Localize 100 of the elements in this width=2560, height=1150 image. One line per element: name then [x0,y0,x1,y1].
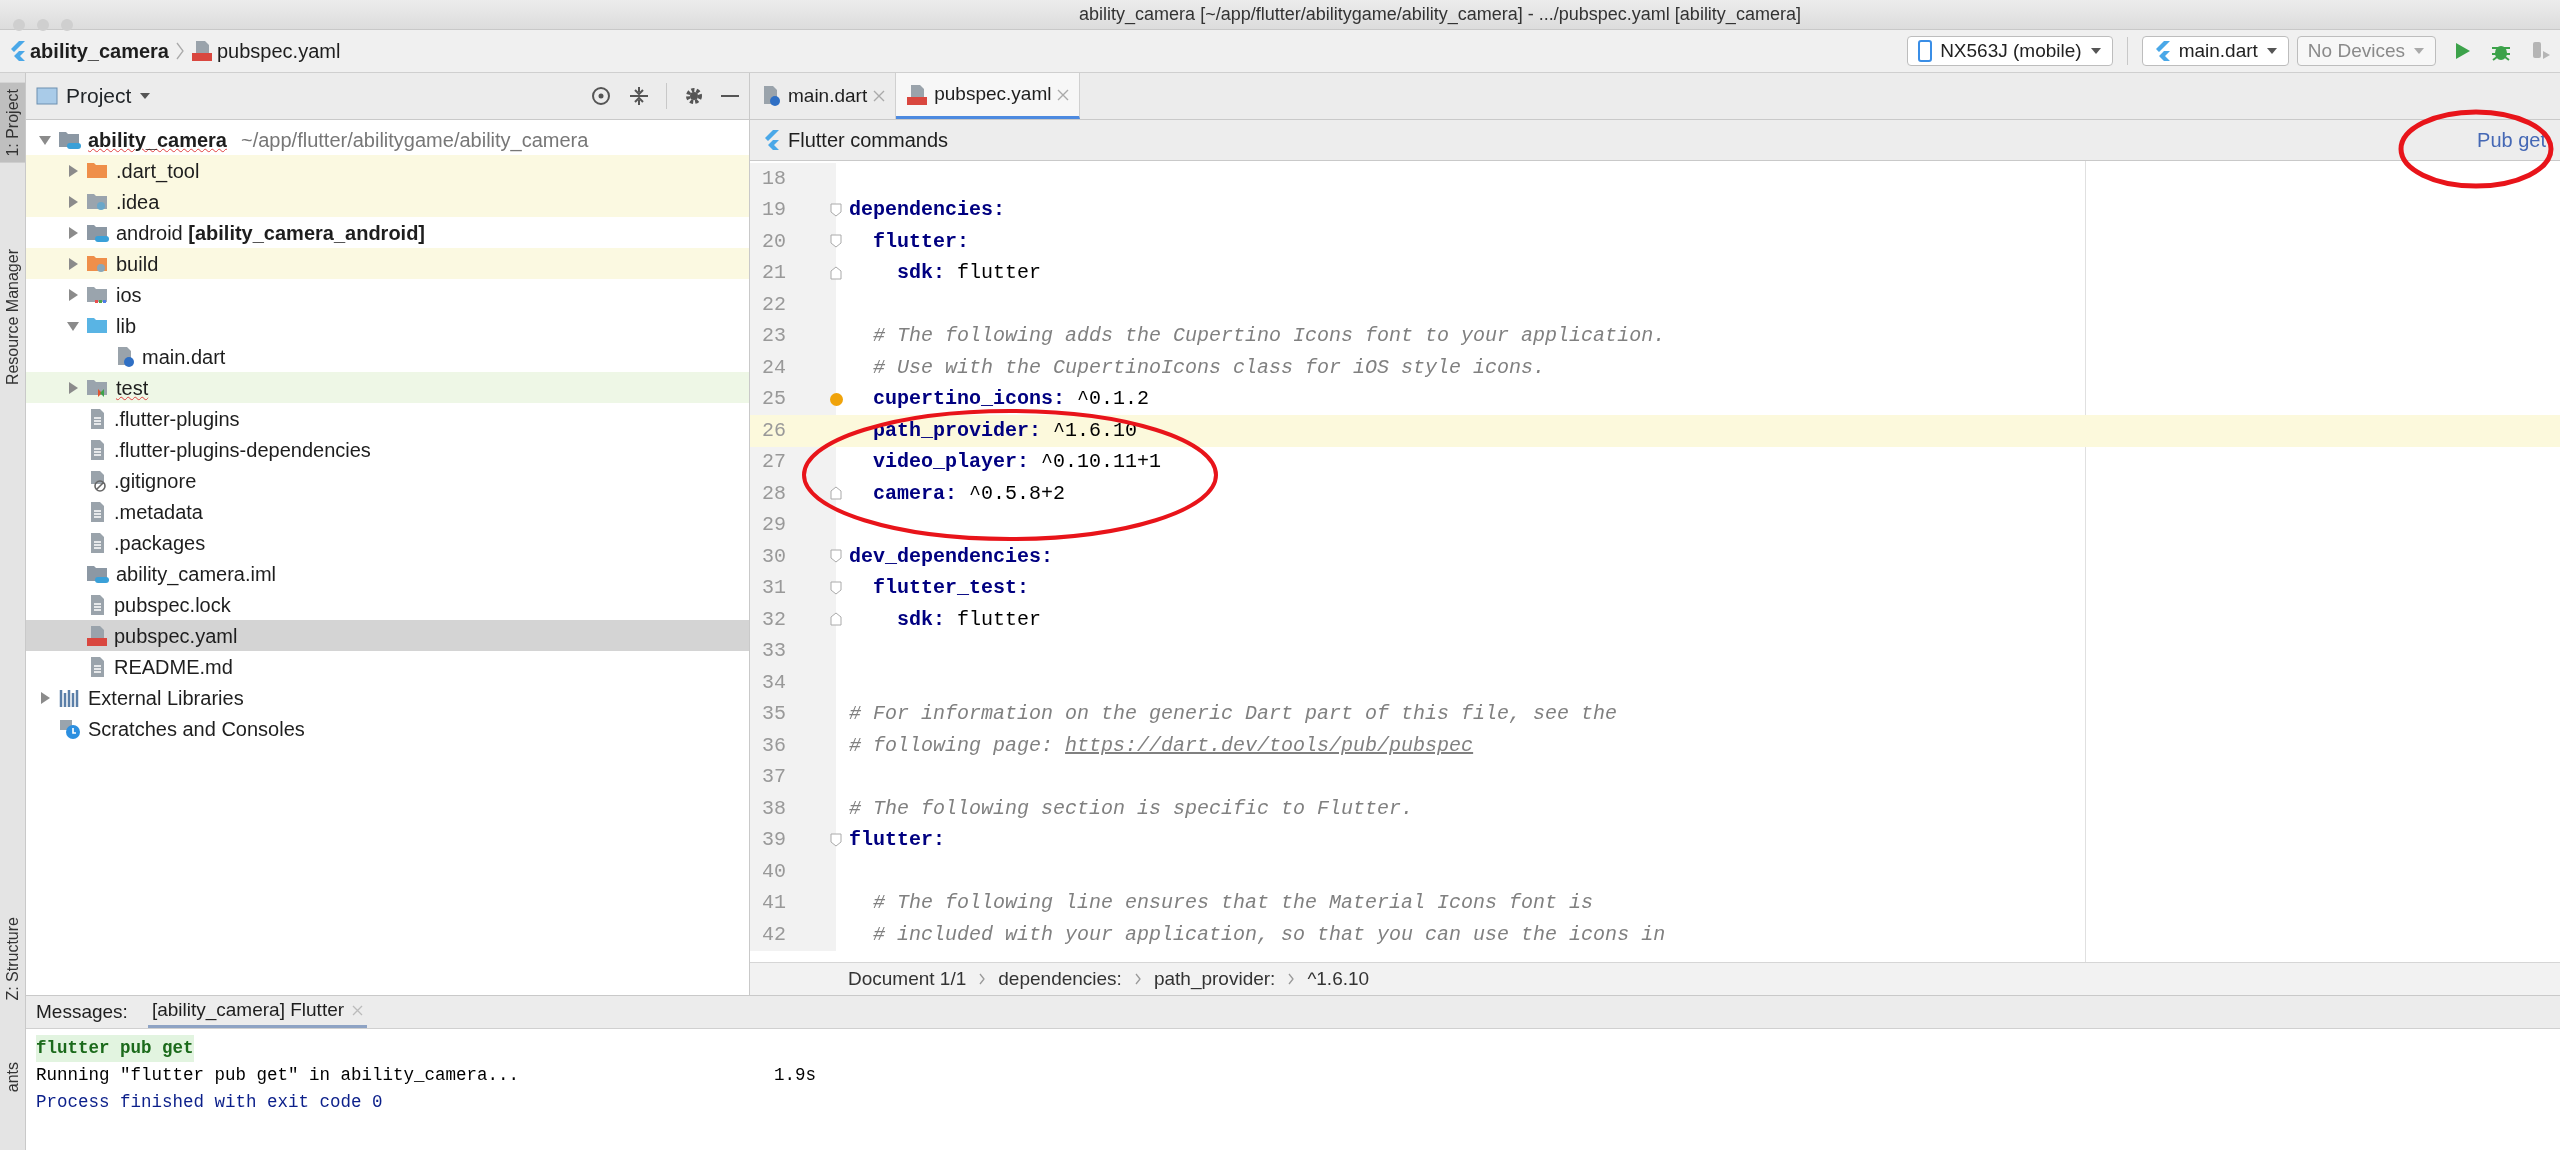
view-dropdown[interactable]: Project [66,80,152,112]
chevron-separator-icon [1133,972,1142,986]
tree-row[interactable]: Scratches and Consoles [26,713,749,744]
code-line: # following page: https://dart.dev/tools/pub/pubspec [849,732,1474,759]
tree-item-label: pubspec.lock [114,592,231,618]
line-number: 27 [761,449,786,476]
tree-row[interactable]: lib [26,310,749,341]
line-number: 25 [761,386,786,413]
expand-arrow-icon [67,256,79,271]
pub-get-link[interactable]: Pub get [2477,125,2546,155]
tool-window-tab[interactable]: 1: Project [0,83,25,163]
breadcrumb-item[interactable]: path_provider: [1153,964,1276,994]
line-number: 29 [761,512,786,539]
tree-row[interactable]: test [26,372,749,403]
run-config-dropdown[interactable]: main.dart [2141,36,2289,66]
code-line: sdk: flutter [896,606,1042,633]
fold-marker-icon [830,832,842,847]
tree-row[interactable]: .gitignore [26,465,749,496]
line-number: 35 [761,701,786,728]
expand-arrow-icon [67,225,79,240]
line-number: 42 [761,921,786,948]
chevron-separator-icon [175,41,185,61]
fold-marker-icon [830,549,842,564]
tree-item-label: .idea [116,189,160,215]
fold-marker-icon [830,580,842,595]
minimize-icon [721,95,739,97]
settings-icon [683,85,705,107]
line-number: 28 [761,480,786,507]
breadcrumb-item[interactable]: ability_camera [30,36,169,66]
line-number: 18 [761,165,786,192]
line-number: 39 [761,827,786,854]
expand-arrow-icon [39,690,51,705]
code-line: cupertino_icons: ^0.1.2 [872,386,1150,413]
expand-arrow-icon [67,287,79,302]
line-number: 41 [761,890,786,917]
tree-row[interactable]: pubspec.lock [26,589,749,620]
caret-icon [2265,47,2278,55]
code-line: path_provider: ^1.6.10 [872,417,1138,444]
tree-row[interactable]: README.md [26,651,749,682]
panel-icon [36,86,58,106]
messages-tab[interactable]: [ability_camera] Flutter [147,996,368,1028]
file-icon [86,624,108,647]
breadcrumb-item[interactable]: ^1.6.10 [1307,964,1370,994]
tree-row[interactable]: ability_camera ~/app/flutter/abilitygame/ability_camera [26,124,749,155]
tool-window-tab[interactable]: Resource Manager [0,242,25,391]
breadcrumb-item[interactable]: dependencies: [998,964,1122,994]
tree-item-label: .flutter-plugins-dependencies [114,437,371,463]
panel-label: Messages: [36,999,128,1024]
code-line: # The following adds the Cupertino Icons font to your application. [872,323,1666,350]
commands-bar-title: Flutter commands [788,128,949,153]
code-line: dev_dependencies: [849,543,1054,570]
chevron-separator-icon [1287,972,1296,986]
window-title: ability_camera [~/app/flutter/abilitygame/ability_camera] - .../pubspec.yaml [ability_camera] [1079,3,1801,27]
tree-row[interactable]: pubspec.yaml [26,620,749,651]
tree-item-label: android [ability_camera_android] [116,220,426,246]
tree-item-label: ios [116,282,142,308]
tree-item-label: .gitignore [114,468,197,494]
tree-row[interactable]: .metadata [26,496,749,527]
expand-arrow-icon [67,194,79,209]
link[interactable]: https://dart.dev/tools/pub/pubspec [1065,733,1474,757]
editor-tab[interactable]: pubspec.yaml [896,73,1081,119]
breadcrumb-item[interactable]: pubspec.yaml [217,36,341,66]
file-icon [906,83,929,106]
tree-row[interactable]: .packages [26,527,749,558]
tree-row[interactable]: ios [26,279,749,310]
tree-item-label: External Libraries [88,685,244,711]
tree-row[interactable]: .flutter-plugins-dependencies [26,434,749,465]
code-line: # included with your application, so that you can use the icons in [872,921,1666,948]
tree-item-label: ability_camera [88,127,227,153]
tree-item-label: Scratches and Consoles [88,716,305,742]
tree-row[interactable]: android [ability_camera_android] [26,217,749,248]
tree-item-label: .dart_tool [116,158,200,185]
line-number: 38 [761,795,786,822]
tree-item-label: .packages [114,530,206,556]
line-number: 23 [761,323,786,350]
code-line: camera: ^0.5.8+2 [872,480,1066,507]
tree-item-label: lib [116,313,136,339]
file-icon [191,40,213,62]
code-line: video_player: ^0.10.11+1 [872,449,1162,476]
tree-row[interactable]: .flutter-plugins [26,403,749,434]
code-line: # The following line ensures that the Material Icons font is [872,890,1594,917]
caret-icon [2089,47,2102,55]
code-line: dependencies: [849,197,1006,224]
tree-row[interactable]: .dart_tool [26,155,749,186]
tool-window-tab[interactable]: Z: Structure [0,910,25,1007]
tree-row[interactable]: .idea [26,186,749,217]
tree-row[interactable]: ability_camera.iml [26,558,749,589]
tree-row[interactable]: External Libraries [26,682,749,713]
tree-row[interactable]: build [26,248,749,279]
code-line: flutter: [849,827,945,854]
breadcrumb-item[interactable]: Document 1/1 [848,964,967,994]
line-number: 24 [761,354,786,381]
line-number: 22 [761,291,786,318]
fold-marker-icon [830,202,842,217]
tool-window-tab[interactable]: ants [0,1056,25,1099]
device-dropdown[interactable]: NX563J (mobile) [1907,36,2113,66]
close-icon [352,1005,364,1016]
tree-row[interactable]: main.dart [26,341,749,372]
line-number: 30 [761,543,786,570]
elapsed-time: 1.9s [774,1064,816,1088]
